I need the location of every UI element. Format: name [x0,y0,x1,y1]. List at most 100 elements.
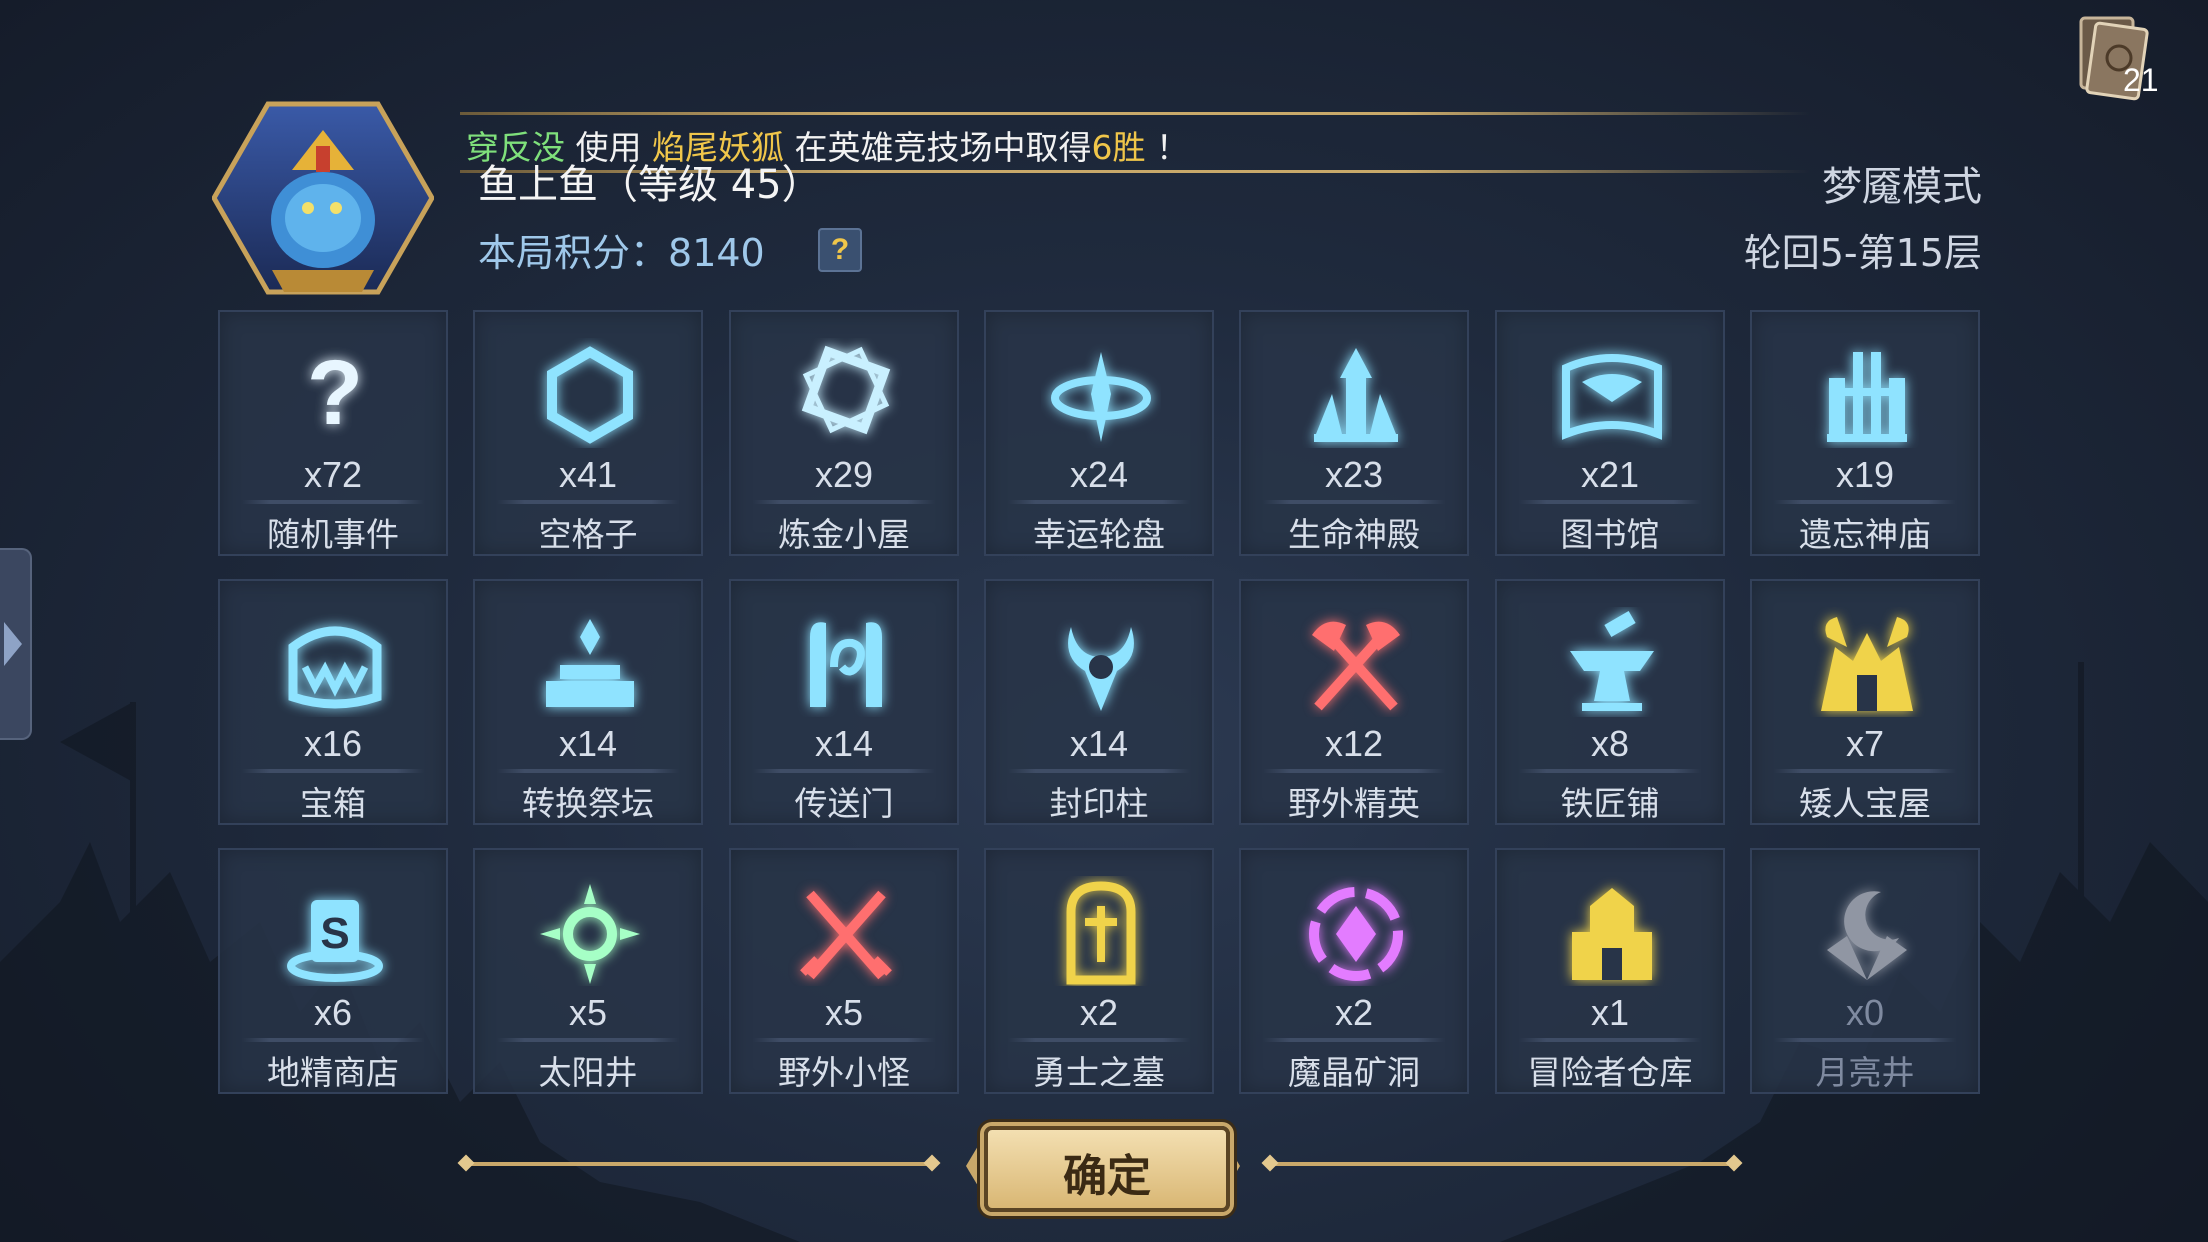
divider-left [466,1162,932,1166]
event-count: x2 [1334,992,1374,1033]
event-cell[interactable]: x14 封印柱 [984,579,1214,825]
anvil-icon [1552,607,1672,717]
event-grid: ? x72 随机事件 x41 空格子 x29 炼金小屋 x24 幸运轮盘 x23… [218,310,1982,1094]
event-cell[interactable]: x12 野外精英 [1239,579,1469,825]
event-cell[interactable]: x14 传送门 [729,579,959,825]
event-name: 封印柱 [1049,784,1149,823]
event-name: 炼金小屋 [778,515,910,554]
event-count: x23 [1324,454,1384,495]
event-cell[interactable]: x7 矮人宝屋 [1750,579,1980,825]
event-count: x2 [1079,992,1119,1033]
hero-portrait [212,101,434,295]
event-name: 随机事件 [267,515,399,554]
swords-icon [786,876,906,986]
svg-text:?: ? [307,342,363,444]
event-count: x72 [303,454,363,495]
event-cell[interactable]: x41 空格子 [473,310,703,556]
axes-icon [1296,607,1416,717]
event-count: x14 [1069,723,1129,764]
event-cell[interactable]: x5 野外小怪 [729,848,959,1094]
event-name: 传送门 [794,784,894,823]
event-cell[interactable]: x23 生命神殿 [1239,310,1469,556]
event-cell[interactable]: x19 遗忘神庙 [1750,310,1980,556]
event-cell[interactable]: x2 魔晶矿洞 [1239,848,1469,1094]
alchemy-icon [786,338,906,448]
event-count: x29 [814,454,874,495]
event-name: 勇士之墓 [1033,1053,1165,1092]
side-drawer-tab[interactable] [0,548,32,740]
event-cell[interactable]: x8 铁匠铺 [1495,579,1725,825]
event-name: 太阳井 [538,1053,638,1092]
svg-text:S: S [320,909,349,958]
event-cell[interactable]: x16 宝箱 [218,579,448,825]
event-count: x14 [814,723,874,764]
event-count: x16 [303,723,363,764]
crystal-icon [1296,876,1416,986]
score-help-button[interactable]: ? [818,228,862,272]
event-count: x8 [1590,723,1630,764]
question-icon: ? [275,338,395,448]
portal-icon [786,607,906,717]
event-cell[interactable]: x24 幸运轮盘 [984,310,1214,556]
tomb-icon [1041,876,1161,986]
event-count: x24 [1069,454,1129,495]
event-name: 图书馆 [1560,515,1660,554]
event-name: 幸运轮盘 [1033,515,1165,554]
score-label: 本局积分： [478,231,669,275]
event-cell[interactable]: x0 月亮井 [1750,848,1980,1094]
event-cell[interactable]: x21 图书馆 [1495,310,1725,556]
ticker-wins: 6胜 [1091,128,1146,167]
event-count: x21 [1580,454,1640,495]
score-value: 8140 [668,231,765,275]
event-count: x7 [1845,723,1885,764]
difficulty-mode: 梦魇模式 [1822,164,1982,210]
event-cell[interactable]: x29 炼金小屋 [729,310,959,556]
deck-count: 21 [2123,62,2159,98]
moon-icon [1807,876,1927,986]
event-name: 地精商店 [267,1053,399,1092]
event-count: x0 [1845,992,1885,1033]
event-name: 冒险者仓库 [1527,1053,1693,1092]
event-count: x14 [558,723,618,764]
floor-indicator: 轮回5-第15层 [1743,231,1982,275]
event-name: 矮人宝屋 [1799,784,1931,823]
chest-icon [275,607,395,717]
card-deck-button[interactable]: 21 [2075,12,2159,102]
event-name: 生命神殿 [1288,515,1420,554]
ticker-end: ！ [1156,128,1189,167]
event-name: 空格子 [538,515,638,554]
hexagon-icon [530,338,650,448]
goblin-shop-icon: S [275,876,395,986]
event-cell[interactable]: S x6 地精商店 [218,848,448,1094]
event-name: 宝箱 [300,784,366,823]
event-count: x5 [568,992,608,1033]
event-name: 转换祭坛 [522,784,654,823]
event-count: x19 [1835,454,1895,495]
book-icon [1552,338,1672,448]
shrine-icon [1807,338,1927,448]
event-count: x41 [558,454,618,495]
event-cell[interactable]: ? x72 随机事件 [218,310,448,556]
confirm-button[interactable]: 确定 [966,1118,1240,1214]
event-cell[interactable]: x2 勇士之墓 [984,848,1214,1094]
event-count: x6 [313,992,353,1033]
event-cell[interactable]: x1 冒险者仓库 [1495,848,1725,1094]
event-cell[interactable]: x5 太阳井 [473,848,703,1094]
seal-icon [1041,607,1161,717]
event-name: 铁匠铺 [1560,784,1660,823]
warehouse-icon [1552,876,1672,986]
altar-icon [530,607,650,717]
temple-icon [1296,338,1416,448]
ticker-middle: 在英雄竞技场中取得 [794,128,1092,167]
event-name: 遗忘神庙 [1799,515,1931,554]
confirm-label: 确定 [1063,1151,1151,1202]
event-cell[interactable]: x14 转换祭坛 [473,579,703,825]
chevron-right-icon [4,622,22,666]
score-display: 本局积分：8140 [478,222,765,277]
event-name: 魔晶矿洞 [1288,1053,1420,1092]
event-count: x1 [1590,992,1630,1033]
event-count: x12 [1324,723,1384,764]
event-name: 野外小怪 [778,1053,910,1092]
event-name: 野外精英 [1288,784,1420,823]
divider-right [1270,1162,1734,1166]
